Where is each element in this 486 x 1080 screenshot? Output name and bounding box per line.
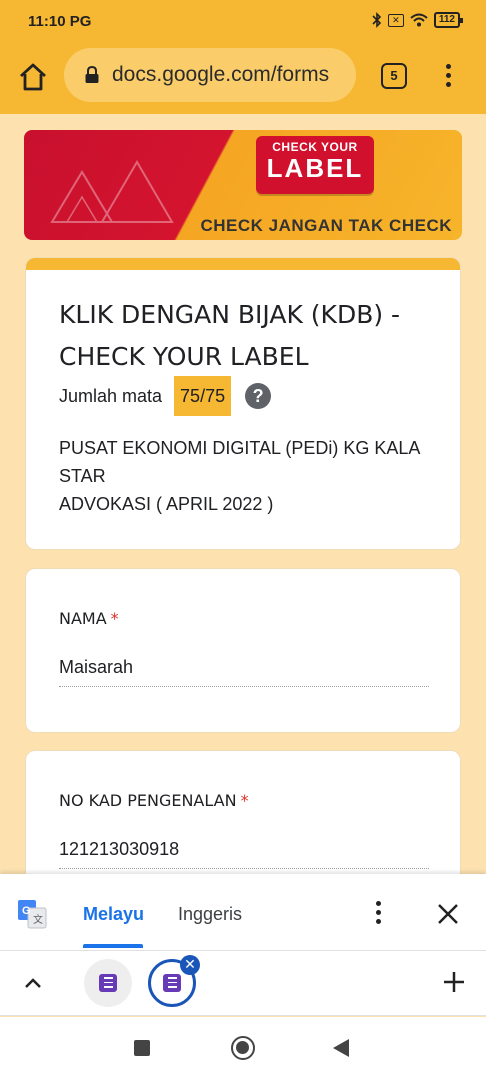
score-label: Jumlah mata bbox=[59, 385, 163, 406]
question-label: NAMA * bbox=[59, 609, 119, 628]
tab-thumbnail[interactable] bbox=[84, 959, 132, 1007]
tab-melayu[interactable]: Melayu bbox=[83, 904, 144, 925]
svg-text:文: 文 bbox=[33, 913, 43, 926]
form-title: KLIK DENGAN BIJAK (KDB) - CHECK YOUR LAB… bbox=[59, 300, 401, 371]
active-tab-indicator bbox=[83, 944, 143, 948]
banner-slogan: CHECK JANGAN TAK CHECK bbox=[200, 216, 452, 235]
tab-strip: ✕ bbox=[0, 950, 486, 1016]
close-icon[interactable] bbox=[436, 902, 460, 926]
question-card-nama: NAMA * Maisarah bbox=[25, 568, 461, 733]
question-label: NO KAD PENGENALAN * bbox=[59, 791, 249, 810]
status-icons: ✕ 112 bbox=[372, 12, 464, 28]
google-translate-icon: G 文 bbox=[18, 900, 47, 929]
home-nav-icon[interactable] bbox=[231, 1036, 255, 1060]
score-row: Jumlah mata 75/75 ? bbox=[59, 376, 272, 416]
form-description: PUSAT EKONOMI DIGITAL (PEDi) KG KALA STA… bbox=[59, 434, 449, 518]
translate-more-icon[interactable] bbox=[368, 898, 388, 928]
accent-stripe bbox=[26, 258, 460, 270]
sim-off-icon: ✕ bbox=[387, 13, 404, 27]
tab-inggeris[interactable]: Inggeris bbox=[178, 904, 242, 925]
more-vert-icon[interactable] bbox=[438, 61, 458, 91]
close-tab-icon[interactable]: ✕ bbox=[180, 955, 200, 975]
name-input[interactable]: Maisarah bbox=[59, 657, 429, 687]
lock-icon bbox=[85, 66, 99, 83]
url-bar[interactable]: docs.google.com/forms bbox=[64, 48, 356, 102]
help-icon[interactable]: ? bbox=[245, 383, 272, 409]
score-value: 75/75 bbox=[174, 376, 232, 416]
translate-bar: G 文 Melayu Inggeris bbox=[0, 874, 486, 950]
chevron-up-icon[interactable] bbox=[22, 973, 44, 995]
status-bar: 11:10 PG ✕ 112 bbox=[0, 0, 486, 44]
status-time: 11:10 PG bbox=[28, 13, 92, 30]
url-text: docs.google.com/forms bbox=[112, 63, 330, 86]
system-nav-bar bbox=[0, 1017, 486, 1080]
google-forms-icon bbox=[163, 974, 181, 992]
check-your-label-logo: CHECK YOUR LABEL bbox=[256, 136, 374, 194]
decorative-pattern bbox=[50, 160, 174, 223]
tabs-button[interactable]: 5 bbox=[381, 63, 407, 89]
svg-text:G: G bbox=[22, 905, 31, 917]
home-icon[interactable] bbox=[16, 60, 50, 94]
bluetooth-icon bbox=[372, 12, 381, 28]
browser-toolbar: docs.google.com/forms 5 bbox=[0, 44, 486, 114]
recents-icon[interactable] bbox=[134, 1040, 150, 1056]
google-forms-icon bbox=[99, 974, 117, 992]
back-icon[interactable] bbox=[333, 1039, 349, 1057]
battery-icon: 112 bbox=[433, 12, 464, 28]
new-tab-plus-icon[interactable] bbox=[441, 969, 467, 995]
description-line: PUSAT EKONOMI DIGITAL (PEDi) KG KALA STA… bbox=[59, 438, 420, 486]
wifi-icon bbox=[410, 13, 428, 27]
ic-number-input[interactable]: 121213030918 bbox=[59, 839, 429, 869]
description-line: ADVOKASI ( APRIL 2022 ) bbox=[59, 494, 274, 514]
form-header-banner: CHECK YOUR LABEL CHECK JANGAN TAK CHECK bbox=[24, 130, 462, 240]
required-asterisk: * bbox=[110, 609, 119, 628]
form-title-card: KLIK DENGAN BIJAK (KDB) - CHECK YOUR LAB… bbox=[25, 257, 461, 550]
required-asterisk: * bbox=[240, 791, 249, 810]
